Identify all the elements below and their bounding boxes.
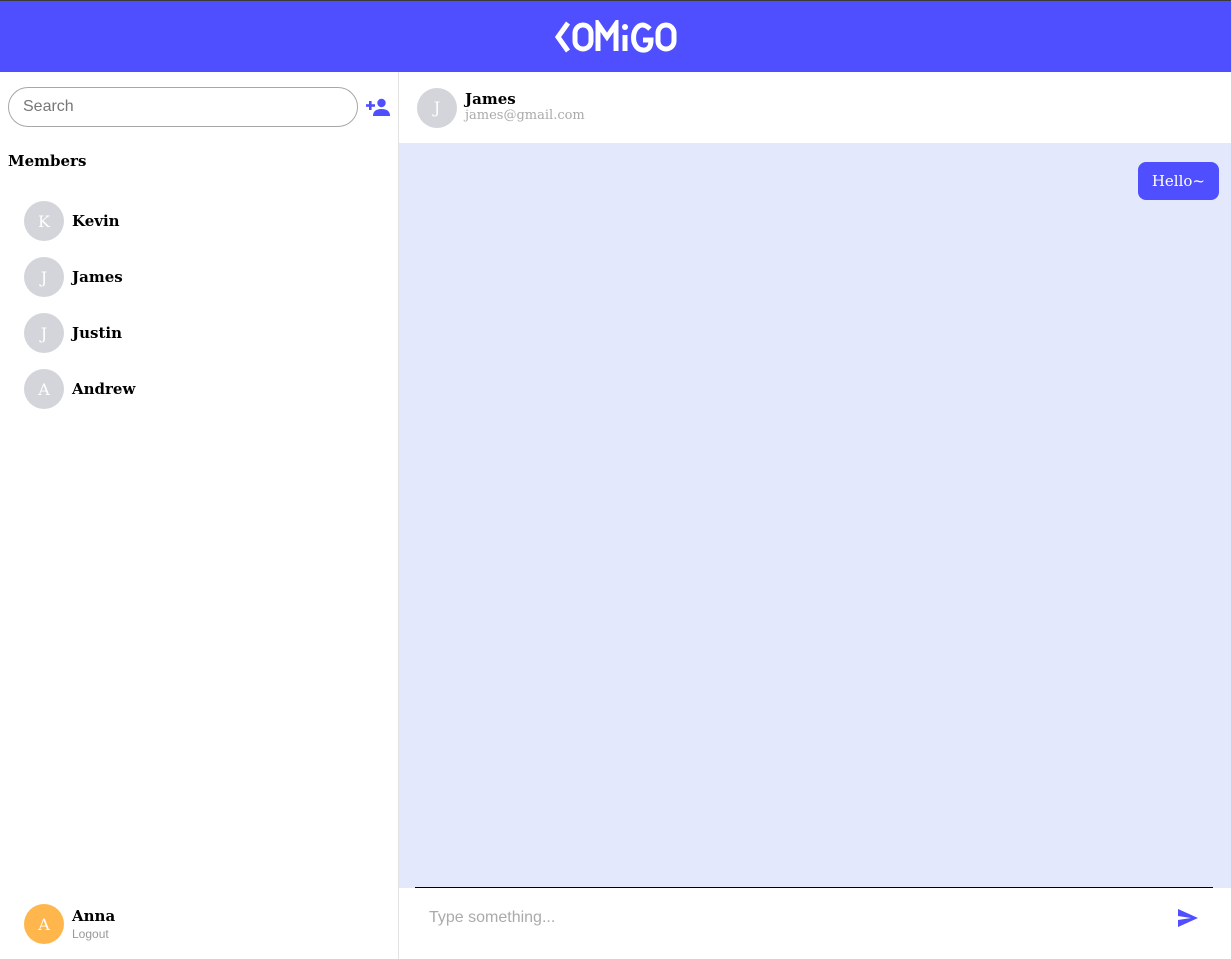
add-member-button[interactable] [365,95,391,119]
message-bubble-outgoing: Hello~ [1137,162,1219,200]
chat-partner-info: James james@gmail.com [465,91,585,124]
member-item-andrew[interactable]: A Andrew [24,369,135,409]
message-input[interactable] [429,906,1159,930]
message-composer [415,887,1213,959]
avatar: J [24,313,64,353]
person-add-icon [366,98,390,116]
search-row [8,87,393,127]
avatar: J [24,257,64,297]
chat-partner-name: James [465,90,516,108]
send-button[interactable] [1177,908,1199,928]
chat-header: J James james@gmail.com [399,72,1231,143]
search-input[interactable] [8,87,358,127]
current-user-name: Anna [72,906,116,925]
members-heading: Members [8,152,87,170]
chat-partner-avatar: J [417,87,457,128]
logout-link[interactable]: Logout [72,926,115,942]
current-user-info: Anna Logout [72,907,115,942]
top-bar [0,0,1231,72]
message-area: Hello~ [399,143,1231,888]
member-name: Andrew [72,380,136,398]
member-item-justin[interactable]: J Justin [24,313,135,353]
member-name: Justin [72,324,122,342]
avatar: K [24,201,64,241]
chat-partner-email: james@gmail.com [465,108,585,123]
member-item-kevin[interactable]: K Kevin [24,201,135,241]
member-item-james[interactable]: J James [24,257,135,297]
member-name: Kevin [72,212,120,230]
sidebar: Members K Kevin J James J Justin A Andre… [0,72,399,959]
comigo-logo [554,19,676,53]
current-user-avatar: A [24,904,64,944]
send-icon [1178,909,1198,927]
avatar: A [24,369,64,409]
current-user: A Anna Logout [24,904,115,944]
member-name: James [72,268,123,286]
member-list: K Kevin J James J Justin A Andrew [24,201,135,425]
